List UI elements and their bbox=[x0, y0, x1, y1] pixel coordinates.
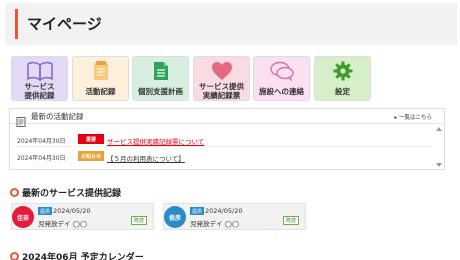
section-title: 最新のサービス提供記録 bbox=[22, 189, 122, 199]
page-title: マイページ bbox=[27, 15, 102, 33]
circle-bullet-icon bbox=[10, 252, 19, 260]
status-badge: 既読 bbox=[282, 216, 299, 225]
status-badge: 既読 bbox=[130, 216, 147, 225]
circle-bullet-icon bbox=[10, 188, 19, 197]
record-date: 2024/05/20 bbox=[205, 207, 243, 215]
book-icon bbox=[12, 60, 67, 82]
view-all-link[interactable]: ▸ 一覧はこちら bbox=[394, 113, 432, 121]
activity-header: 最新の活動記録 ▸ 一覧はこちら bbox=[10, 109, 444, 127]
scroll-up-icon[interactable] bbox=[436, 127, 442, 131]
notepad-icon bbox=[73, 60, 128, 82]
page-header: マイページ bbox=[5, 3, 457, 45]
important-badge: 重要 bbox=[78, 134, 104, 144]
heart-icon bbox=[194, 60, 249, 82]
avatar: 俊彦 bbox=[164, 206, 186, 228]
menu-service-performance[interactable]: サービス提供 実績記録票 bbox=[193, 56, 250, 101]
record-card[interactable]: 俊彦 提供 2024/05/20 児発放デイ ◯◯ 既読 bbox=[163, 203, 306, 230]
section-title: 2024年06月 予定カレンダー bbox=[22, 253, 144, 260]
scrollbar[interactable] bbox=[436, 127, 442, 167]
record-service: 児発放デイ ◯◯ bbox=[190, 220, 240, 228]
document-icon bbox=[16, 112, 26, 131]
calendar-heading: 2024年06月 予定カレンダー bbox=[10, 250, 144, 260]
record-tag: 提供 bbox=[190, 207, 205, 215]
menu-label: 施設への連絡 bbox=[259, 86, 304, 96]
menu-service-record[interactable]: サービス 提供記録 bbox=[11, 56, 68, 101]
activity-row[interactable]: 2024年04月30日 重要 サービス提供実績記録票について bbox=[16, 133, 432, 147]
activity-date: 2024年04月30日 bbox=[17, 155, 66, 162]
record-card[interactable]: 佳奈 提供 2024/05/20 児発放デイ ◯◯ 既読 bbox=[11, 203, 154, 230]
service-records-heading: 最新のサービス提供記録 bbox=[10, 186, 121, 199]
record-date: 2024/05/20 bbox=[53, 207, 91, 215]
menu-support-plan[interactable]: 個別支援計画 bbox=[132, 56, 189, 101]
menu-label: 活動記録 bbox=[85, 86, 116, 96]
record-service: 児発放デイ ◯◯ bbox=[38, 220, 88, 228]
activity-title: 最新の活動記録 bbox=[31, 112, 84, 121]
activity-date: 2024年04月30日 bbox=[17, 138, 66, 145]
scroll-down-icon[interactable] bbox=[436, 163, 442, 167]
avatar: 佳奈 bbox=[12, 206, 34, 228]
gear-icon bbox=[315, 60, 370, 82]
menu-label: 設定 bbox=[335, 86, 350, 96]
activity-row[interactable]: 2024年04月30日 お知らせ 【５月の利用表について】 bbox=[16, 150, 432, 164]
activity-panel: 最新の活動記録 ▸ 一覧はこちら 2024年04月30日 重要 サービス提供実績… bbox=[9, 108, 445, 170]
menu-settings[interactable]: 設定 bbox=[314, 56, 371, 101]
menu-label: サービス 提供記録 bbox=[24, 82, 55, 100]
chat-bubbles-icon bbox=[254, 60, 309, 82]
menu-label: 個別支援計画 bbox=[138, 86, 183, 96]
menu-contact-facility[interactable]: 施設への連絡 bbox=[253, 56, 310, 101]
notice-badge: お知らせ bbox=[78, 151, 104, 161]
record-tag: 提供 bbox=[38, 207, 53, 215]
menu-activity-record[interactable]: 活動記録 bbox=[72, 56, 129, 101]
menu-label: サービス提供 実績記録票 bbox=[199, 82, 244, 100]
activity-link[interactable]: 【５月の利用表について】 bbox=[107, 153, 185, 163]
document-icon bbox=[133, 60, 188, 82]
activity-link[interactable]: サービス提供実績記録票について bbox=[107, 136, 204, 146]
title-accent-bar bbox=[15, 9, 18, 39]
